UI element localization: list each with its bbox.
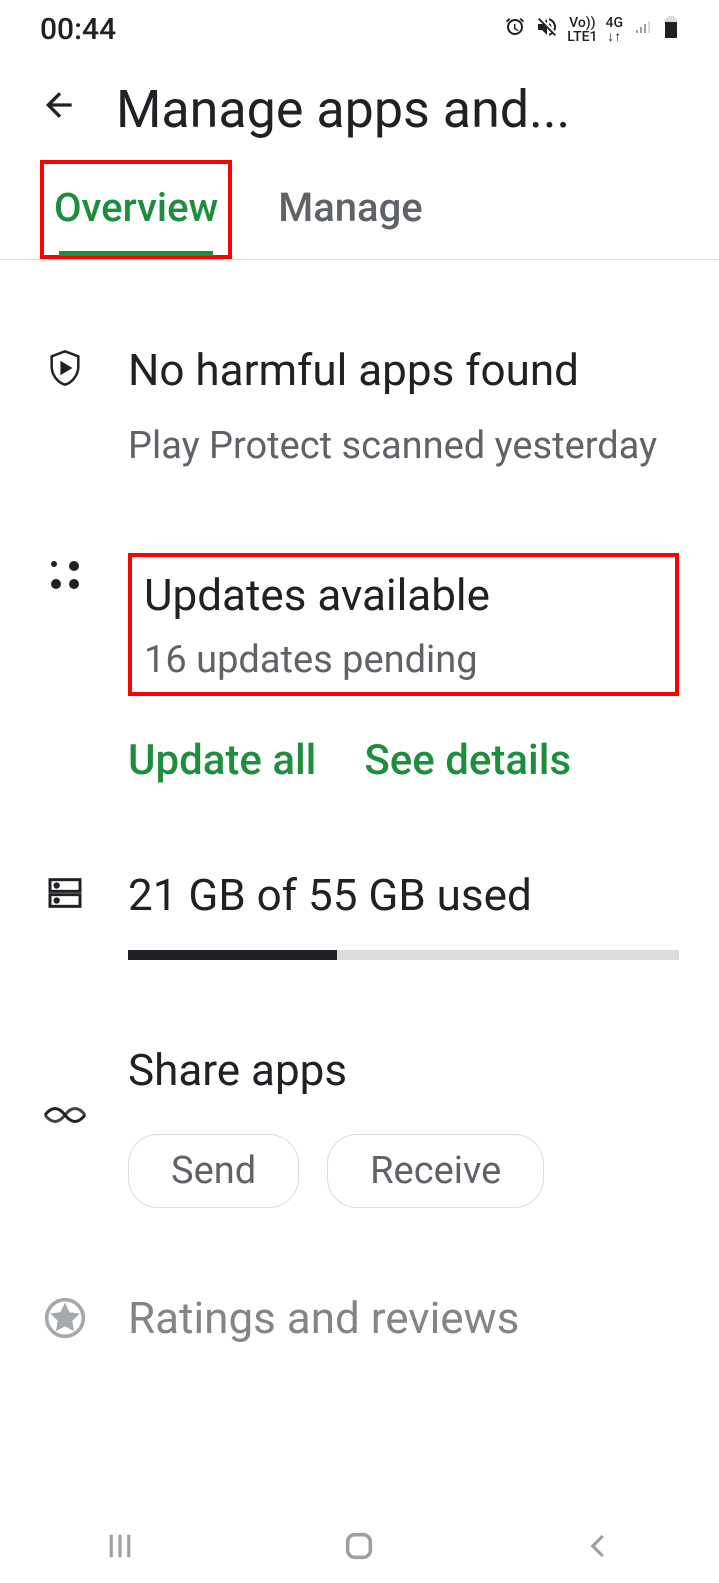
updates-highlight: Updates available 16 updates pending	[128, 553, 679, 696]
shield-icon	[40, 340, 90, 473]
play-protect-section[interactable]: No harmful apps found Play Protect scann…	[40, 260, 679, 473]
updates-subtitle: 16 updates pending	[144, 634, 663, 687]
share-icon	[40, 1040, 90, 1208]
header: Manage apps and...	[0, 59, 719, 160]
status-bar: 00:44 Vo))LTE1 4G↓↑	[0, 0, 719, 59]
recents-button[interactable]	[100, 1526, 140, 1566]
signal-icon	[631, 15, 655, 45]
battery-icon	[663, 15, 679, 45]
ratings-title: Ratings and reviews	[128, 1288, 679, 1350]
ratings-section[interactable]: Ratings and reviews	[40, 1208, 679, 1350]
back-button[interactable]	[40, 85, 80, 135]
home-button[interactable]	[339, 1526, 379, 1566]
volte-icon: Vo))LTE1	[567, 16, 597, 44]
updates-icon	[40, 553, 90, 785]
alarm-icon	[503, 15, 527, 45]
back-nav-button[interactable]	[579, 1526, 619, 1566]
page-title: Manage apps and...	[116, 79, 679, 140]
status-time: 00:44	[40, 12, 116, 47]
mute-icon	[535, 15, 559, 45]
storage-progress-fill	[128, 950, 337, 960]
storage-icon	[40, 865, 90, 961]
send-button[interactable]: Send	[128, 1134, 299, 1208]
receive-button[interactable]: Receive	[327, 1134, 544, 1208]
play-protect-title: No harmful apps found	[128, 340, 679, 402]
status-icons: Vo))LTE1 4G↓↑	[503, 15, 679, 45]
updates-title: Updates available	[144, 565, 663, 627]
share-apps-section: Share apps Send Receive	[40, 960, 679, 1208]
storage-progress-bar	[128, 950, 679, 960]
tabs: Overview Manage	[0, 160, 719, 260]
updates-section[interactable]: Updates available 16 updates pending Upd…	[40, 473, 679, 785]
tab-overview[interactable]: Overview	[40, 160, 232, 259]
data-icon: 4G↓↑	[606, 16, 624, 44]
navigation-bar	[0, 1508, 719, 1583]
tab-manage[interactable]: Manage	[268, 160, 432, 259]
play-protect-subtitle: Play Protect scanned yesterday	[128, 420, 679, 473]
update-all-button[interactable]: Update all	[128, 736, 316, 785]
see-details-button[interactable]: See details	[364, 736, 571, 785]
star-icon	[40, 1288, 90, 1350]
storage-title: 21 GB of 55 GB used	[128, 865, 679, 927]
storage-section[interactable]: 21 GB of 55 GB used	[40, 785, 679, 961]
share-title: Share apps	[128, 1040, 679, 1102]
